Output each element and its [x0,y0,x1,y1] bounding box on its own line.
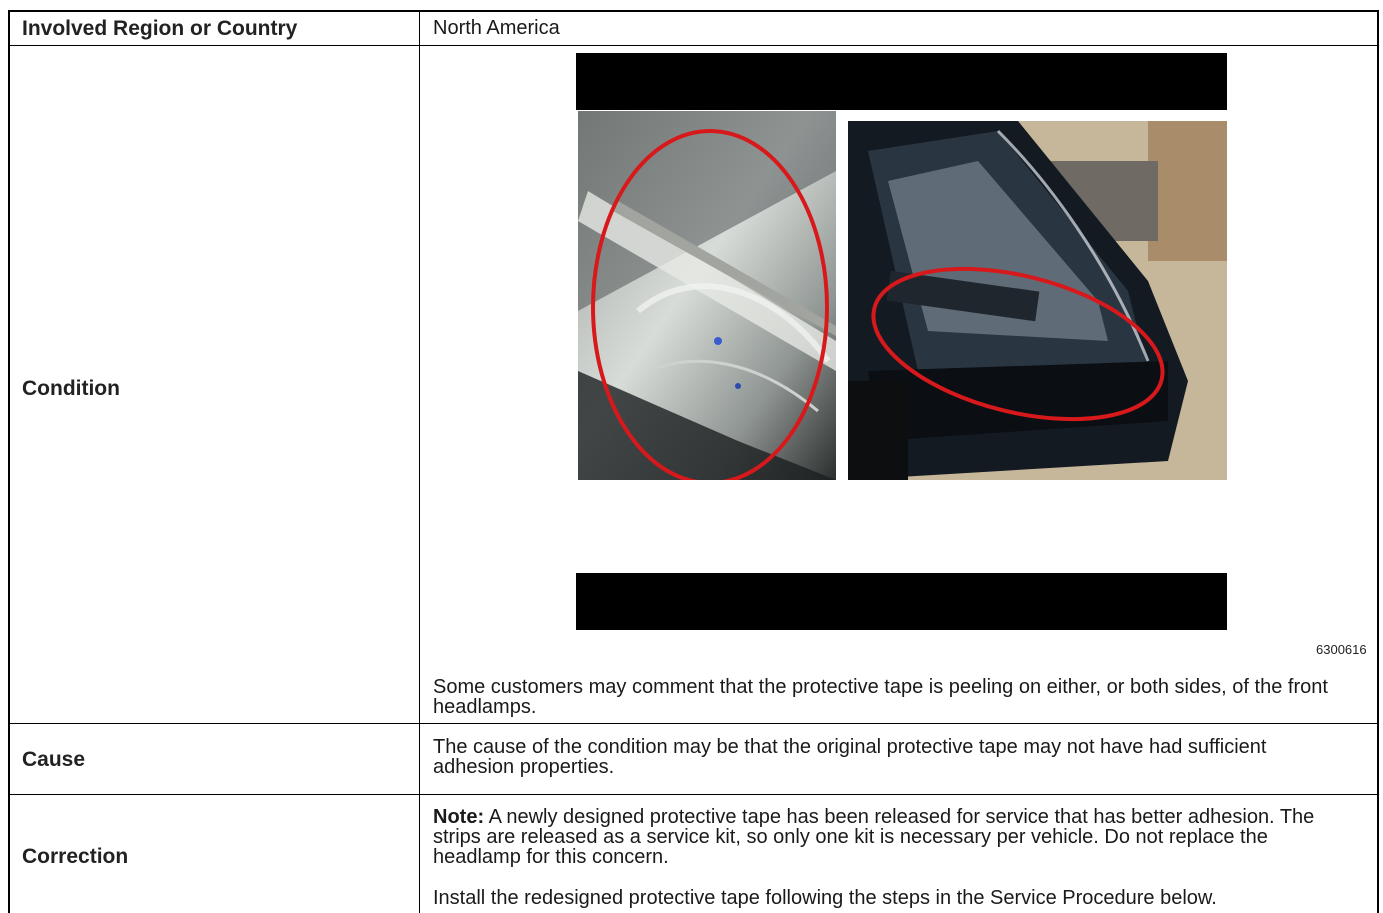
note-text: A newly designed protective tape has bee… [433,806,1315,868]
table-column-divider [419,10,420,913]
cause-label: Cause [22,748,86,771]
figure-id: 6300616 [1316,642,1367,657]
correction-install-text: Install the redesigned protective tape f… [433,887,1217,909]
headlamp-assembly-image [848,121,1227,480]
row-divider-2 [8,723,1379,724]
row-divider-1 [8,45,1379,46]
cause-text: The cause of the condition may be that t… [433,736,1267,778]
headlamp-closeup-image [578,111,836,480]
condition-text: Some customers may comment that the prot… [433,676,1328,718]
region-label: Involved Region or Country [22,17,298,40]
correction-label: Correction [22,845,129,868]
headlamp-photo-left [578,111,836,480]
redaction-bar-top [576,53,1227,110]
region-value: North America [433,17,560,39]
row-divider-3 [8,794,1379,795]
headlamp-photo-right [848,121,1227,480]
note-label: Note: [433,806,485,828]
redaction-bar-bottom [576,573,1227,630]
correction-note: Note: A newly designed protective tape h… [433,807,1358,867]
table-border-top [8,10,1379,12]
table-border-left [8,10,10,913]
condition-label: Condition [22,377,120,400]
table-border-right [1377,10,1379,913]
